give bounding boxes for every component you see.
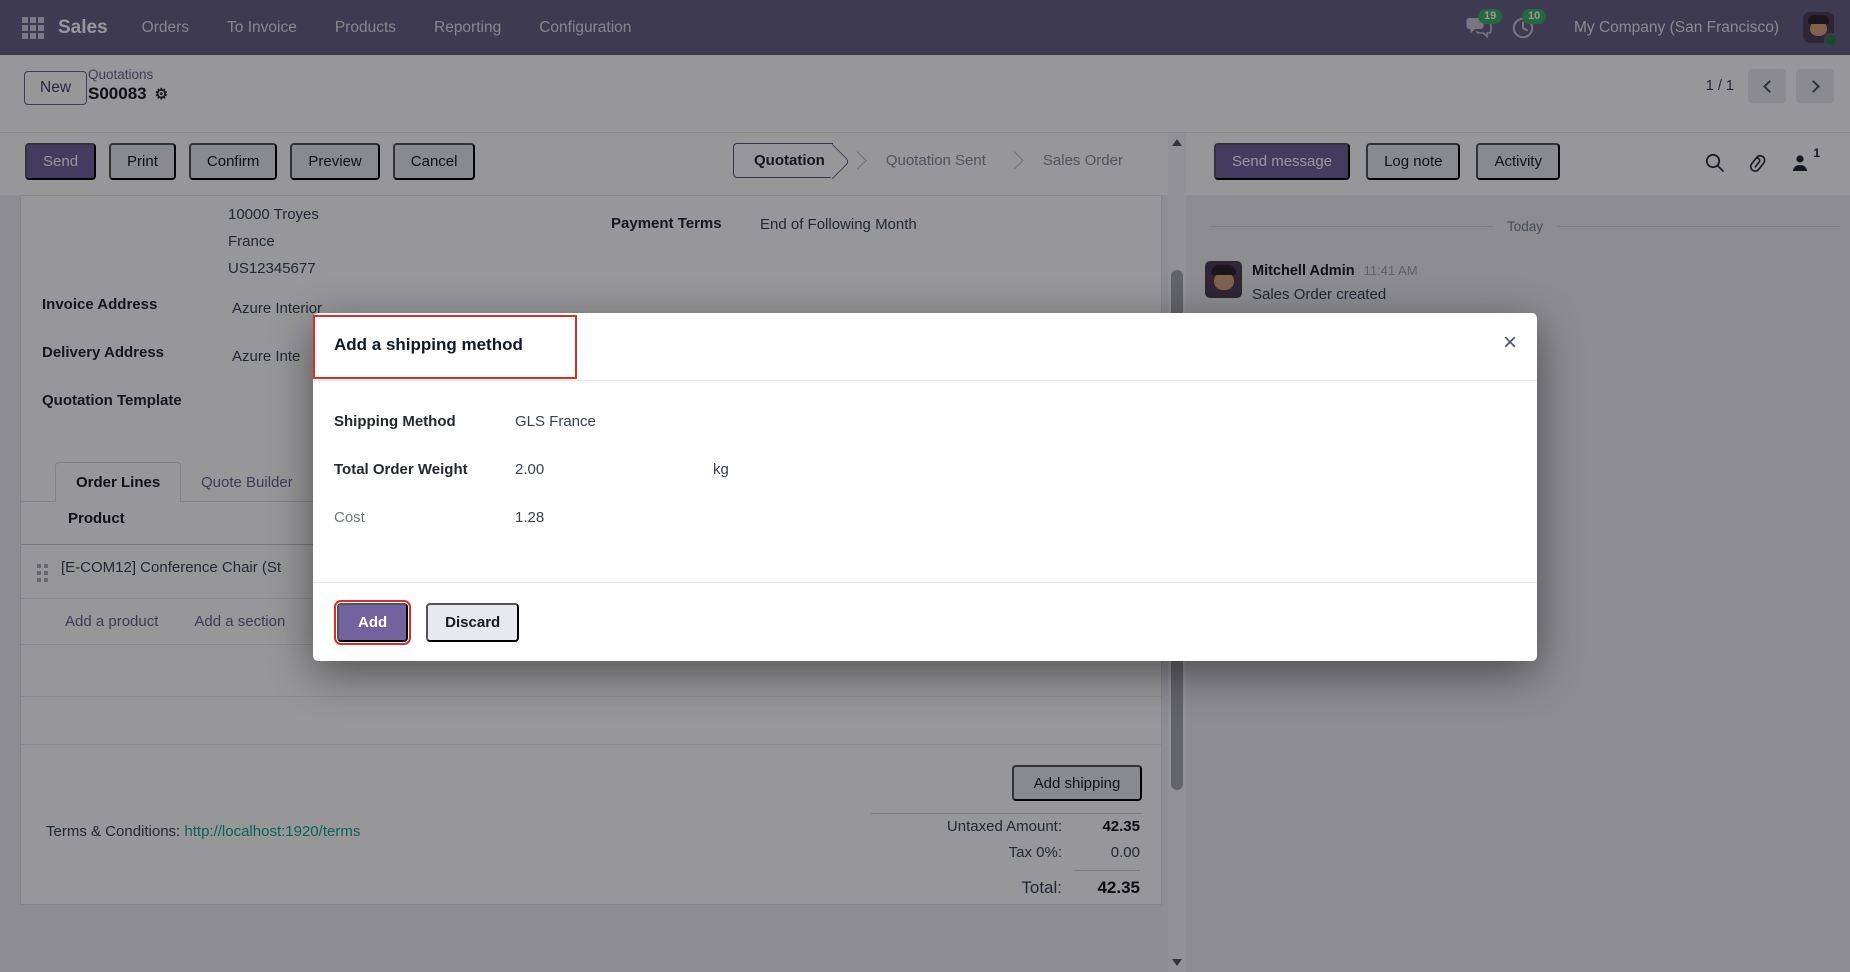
shipping-method-label: Shipping Method	[334, 413, 509, 430]
shipping-method-value[interactable]: GLS France	[515, 413, 596, 430]
total-order-weight-label: Total Order Weight	[334, 461, 509, 478]
add-button[interactable]: Add	[337, 603, 408, 642]
modal-footer: Add Discard	[313, 582, 1537, 661]
weight-unit: kg	[713, 461, 729, 478]
cost-label: Cost	[334, 509, 509, 526]
cost-value[interactable]: 1.28	[515, 509, 544, 526]
total-order-weight-row: Total Order Weight 2.00 kg	[313, 461, 1537, 487]
odoo-sales-page: Sales Orders To Invoice Products Reporti…	[0, 0, 1850, 972]
shipping-method-row: Shipping Method GLS France	[313, 413, 1537, 439]
cost-row: Cost 1.28	[313, 509, 1537, 535]
discard-button[interactable]: Discard	[426, 603, 519, 642]
modal-header: Add a shipping method ×	[313, 313, 1537, 381]
modal-title: Add a shipping method	[334, 335, 523, 355]
close-icon[interactable]: ×	[1503, 331, 1517, 355]
add-shipping-modal: Add a shipping method × Shipping Method …	[313, 313, 1537, 661]
total-order-weight-value[interactable]: 2.00	[515, 461, 544, 478]
